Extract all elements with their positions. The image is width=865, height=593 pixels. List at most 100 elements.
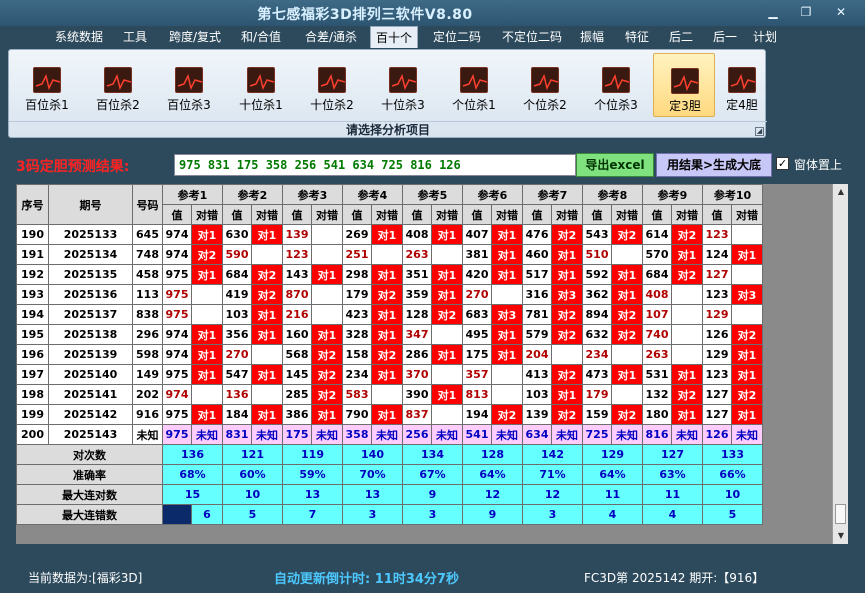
stat-value: 3 xyxy=(402,504,463,525)
ref-value-cell: 143 xyxy=(282,264,312,285)
restore-icon[interactable]: ❐ xyxy=(794,3,818,21)
table-row[interactable]: 197 2025140 149 975 对1 547 对1 145 对2 234 对1 370 357 4… xyxy=(16,364,763,385)
menu-item[interactable]: 合差/通杀 xyxy=(296,26,366,48)
export-excel-button[interactable]: 导出excel xyxy=(576,153,654,177)
column-header-result: 对错 xyxy=(671,204,703,225)
stat-value: 4 xyxy=(582,504,643,525)
table-row[interactable]: 190 2025133 645 974 对1 630 对1 139 269 对1 408 对1 407 对… xyxy=(16,224,763,245)
column-header-result: 对错 xyxy=(731,204,763,225)
table-row[interactable]: 199 2025142 916 975 对1 184 对1 386 对1 790 对1 837 194 对… xyxy=(16,404,763,425)
ribbon-button[interactable]: 百位杀3 xyxy=(158,53,220,117)
ribbon-button[interactable]: 十位杀3 xyxy=(372,53,434,117)
menu-item[interactable]: 后一 xyxy=(706,26,744,48)
ref-value-cell: 123 xyxy=(282,244,312,265)
minimize-icon[interactable]: ▁ xyxy=(761,3,785,21)
ribbon-button[interactable]: 个位杀2 xyxy=(514,53,576,117)
menu-item[interactable]: 不定位二码 xyxy=(494,26,570,48)
stat-value: 68% xyxy=(162,464,223,485)
generate-base-button[interactable]: 用结果>生成大底 xyxy=(656,153,772,177)
window-topmost-toggle[interactable]: ✓ 窗体置上 xyxy=(776,154,862,174)
ref-result-cell: 对2 xyxy=(551,404,583,425)
menu-item[interactable]: 系统数据 xyxy=(46,26,112,48)
table-row[interactable]: 191 2025134 748 974 对2 590 123 251 263 381 对1 460 对1… xyxy=(16,244,763,265)
ribbon-button[interactable]: 十位杀1 xyxy=(230,53,292,117)
title-bar: 第七感福彩3D排列三软件V8.80 ▁ ❐ ✕ xyxy=(0,0,865,26)
ref-value-cell: 510 xyxy=(582,244,612,265)
ref-result-cell: 对1 xyxy=(311,264,343,285)
column-header-ref[interactable]: 参考5 xyxy=(402,184,463,205)
ref-result-cell: 对2 xyxy=(671,264,703,285)
column-header-ref[interactable]: 参考6 xyxy=(462,184,523,205)
ref-result-cell: 对1 xyxy=(731,344,763,365)
column-header-result: 对错 xyxy=(551,204,583,225)
ref-result-cell xyxy=(671,344,703,365)
menu-item[interactable]: 后二 xyxy=(662,26,700,48)
stat-row: 准确率 68% 60% 59% 70% 67% 64% 71% 64% 63% 66% xyxy=(16,464,763,485)
ref-result-cell xyxy=(671,284,703,305)
menu-item[interactable]: 特征 xyxy=(618,26,656,48)
table-row[interactable]: 196 2025139 598 974 对1 270 568 对2 158 对2 286 对1 175 对… xyxy=(16,344,763,365)
ref-value-cell: 123 xyxy=(702,284,732,305)
menu-item[interactable]: 百十个 xyxy=(370,26,418,48)
ribbon-button[interactable]: 个位杀3 xyxy=(585,53,647,117)
column-header-ref[interactable]: 参考8 xyxy=(582,184,643,205)
ribbon-button[interactable]: 百位杀2 xyxy=(87,53,149,117)
column-header-ref[interactable]: 参考2 xyxy=(222,184,283,205)
ribbon-button[interactable]: 十位杀2 xyxy=(301,53,363,117)
close-icon[interactable]: ✕ xyxy=(829,3,853,21)
table-row[interactable]: 198 2025141 202 974 136 285 对2 583 390 对1 813 103 对1… xyxy=(16,384,763,405)
column-header-value: 值 xyxy=(402,204,432,225)
ref-value-cell: 517 xyxy=(522,264,552,285)
table-row[interactable]: 195 2025138 296 974 对1 356 对1 160 对1 328 对1 347 495 对… xyxy=(16,324,763,345)
menu-item[interactable]: 计划 xyxy=(748,26,782,48)
ref-result-cell: 对1 xyxy=(191,264,223,285)
stat-value: 121 xyxy=(222,444,283,465)
prediction-result-field[interactable]: 975 831 175 358 256 541 634 725 816 126 xyxy=(174,154,576,176)
menu-item[interactable]: 定位二码 xyxy=(424,26,490,48)
topmost-checkbox[interactable]: ✓ xyxy=(776,157,789,170)
ribbon-button[interactable]: 个位杀1 xyxy=(443,53,505,117)
table-row[interactable]: 192 2025135 458 975 对1 684 对2 143 对1 298 对1 351 对1 42… xyxy=(16,264,763,285)
ref-value-cell: 234 xyxy=(582,344,612,365)
column-header-ref[interactable]: 参考10 xyxy=(702,184,763,205)
column-header-value: 值 xyxy=(342,204,372,225)
vertical-scrollbar[interactable]: ▲ ▼ xyxy=(832,184,848,544)
column-header-ref[interactable]: 参考1 xyxy=(162,184,223,205)
ref-value-cell: 495 xyxy=(462,324,492,345)
ref-result-cell: 对2 xyxy=(251,264,283,285)
ref-value-cell: 158 xyxy=(342,344,372,365)
menu-item[interactable]: 振幅 xyxy=(572,26,612,48)
ref-value-cell: 129 xyxy=(702,304,732,325)
ref-result-cell: 未知 xyxy=(251,424,283,445)
dialog-launcher-icon[interactable]: ◢ xyxy=(755,127,764,136)
ribbon-button[interactable]: 百位杀1 xyxy=(16,53,78,117)
column-header-ref[interactable]: 参考4 xyxy=(342,184,403,205)
scroll-down-icon[interactable]: ▼ xyxy=(833,528,849,544)
stat-label: 对次数 xyxy=(16,444,163,465)
ref-value-cell: 975 xyxy=(162,284,192,305)
ref-value-cell: 286 xyxy=(402,344,432,365)
ref-result-cell xyxy=(311,304,343,325)
menu-item[interactable]: 跨度/复式 xyxy=(160,26,230,48)
table-row[interactable]: 200 2025143 未知 975 未知 831 未知 175 未知 358 未知 256 未知 541… xyxy=(16,424,763,445)
ref-result-cell: 对1 xyxy=(431,264,463,285)
scroll-up-icon[interactable]: ▲ xyxy=(833,184,849,200)
column-header-ref[interactable]: 参考7 xyxy=(522,184,583,205)
ref-value-cell: 263 xyxy=(402,244,432,265)
table-row[interactable]: 193 2025136 113 975 419 对2 870 179 对2 359 对1 270 316… xyxy=(16,284,763,305)
ribbon-button[interactable]: 定4胆 xyxy=(711,53,773,117)
grid-header-row: 序号 期号 号码 参考1 参考2 参考3 参考4 参考5 参考6 参考7 参考8 参考9 参考10 xyxy=(16,184,763,225)
chart-icon xyxy=(460,67,488,93)
ref-result-cell: 对2 xyxy=(671,384,703,405)
ref-value-cell: 684 xyxy=(222,264,252,285)
ref-value-cell: 476 xyxy=(522,224,552,245)
menu-item[interactable]: 工具 xyxy=(116,26,154,48)
menu-item[interactable]: 和/合值 xyxy=(232,26,290,48)
column-header-value: 值 xyxy=(462,204,492,225)
table-row[interactable]: 194 2025137 838 975 103 对1 216 423 对1 128 对2 683 对3 7… xyxy=(16,304,763,325)
ref-value-cell: 975 xyxy=(162,364,192,385)
scroll-thumb[interactable] xyxy=(835,504,846,524)
column-header-ref[interactable]: 参考3 xyxy=(282,184,343,205)
column-header-ref[interactable]: 参考9 xyxy=(642,184,703,205)
ribbon-button[interactable]: 定3胆 xyxy=(653,53,715,117)
